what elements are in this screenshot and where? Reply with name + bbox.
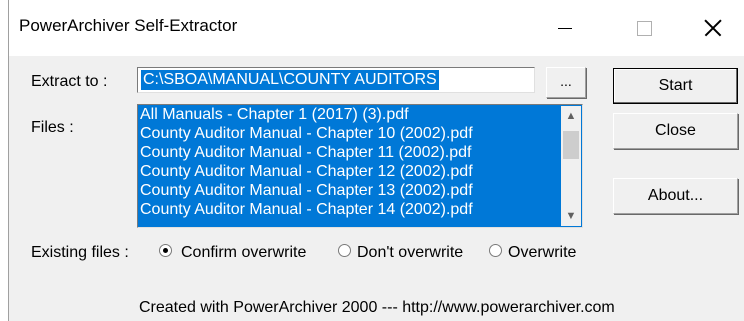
list-item[interactable]: County Auditor Manual - Chapter 12 (2002… [140,162,473,182]
title-bar[interactable]: PowerArchiver Self-Extractor [9,0,744,56]
dont-overwrite-radio[interactable] [338,244,351,257]
list-item[interactable]: County Auditor Manual - Chapter 14 (2002… [140,200,473,220]
extract-path-input[interactable]: C:\SBOA\MANUAL\COUNTY AUDITORS [137,67,535,93]
close-icon [704,19,722,37]
minimize-button[interactable] [537,0,593,56]
start-button[interactable]: Start [613,68,738,104]
close-window-button[interactable] [685,0,741,56]
window-title: PowerArchiver Self-Extractor [19,16,238,35]
existing-files-label: Existing files : [31,244,129,261]
list-item[interactable]: County Auditor Manual - Chapter 11 (2002… [140,143,471,163]
self-extractor-window: PowerArchiver Self-Extractor Extract to … [8,0,744,321]
confirm-overwrite-radio[interactable] [159,244,172,257]
confirm-overwrite-label[interactable]: Confirm overwrite [181,244,306,262]
extract-to-label: Extract to : [31,73,108,90]
overwrite-label[interactable]: Overwrite [508,244,576,262]
list-item[interactable]: All Manuals - Chapter 1 (2017) (3).pdf [140,105,409,125]
browse-button[interactable]: ... [546,67,586,98]
close-button[interactable]: Close [613,113,738,149]
minimize-icon [558,27,572,29]
list-item[interactable]: County Auditor Manual - Chapter 10 (2002… [140,124,473,144]
files-label: Files : [31,119,74,136]
scrollbar-thumb[interactable] [563,131,579,159]
chevron-down-icon[interactable]: ▼ [561,206,581,226]
extract-path-value: C:\SBOA\MANUAL\COUNTY AUDITORS [141,70,439,90]
list-item[interactable]: County Auditor Manual - Chapter 13 (2002… [140,181,473,201]
maximize-icon [636,20,652,36]
files-listbox[interactable]: All Manuals - Chapter 1 (2017) (3).pdf C… [137,104,583,228]
chevron-up-icon[interactable]: ▲ [561,106,581,126]
overwrite-radio[interactable] [489,244,502,257]
dont-overwrite-label[interactable]: Don't overwrite [357,244,463,262]
files-scrollbar[interactable]: ▲ ▼ [561,106,581,226]
about-button[interactable]: About... [613,178,738,214]
maximize-button[interactable] [616,0,672,56]
footer-credit: Created with PowerArchiver 2000 --- http… [139,299,615,316]
